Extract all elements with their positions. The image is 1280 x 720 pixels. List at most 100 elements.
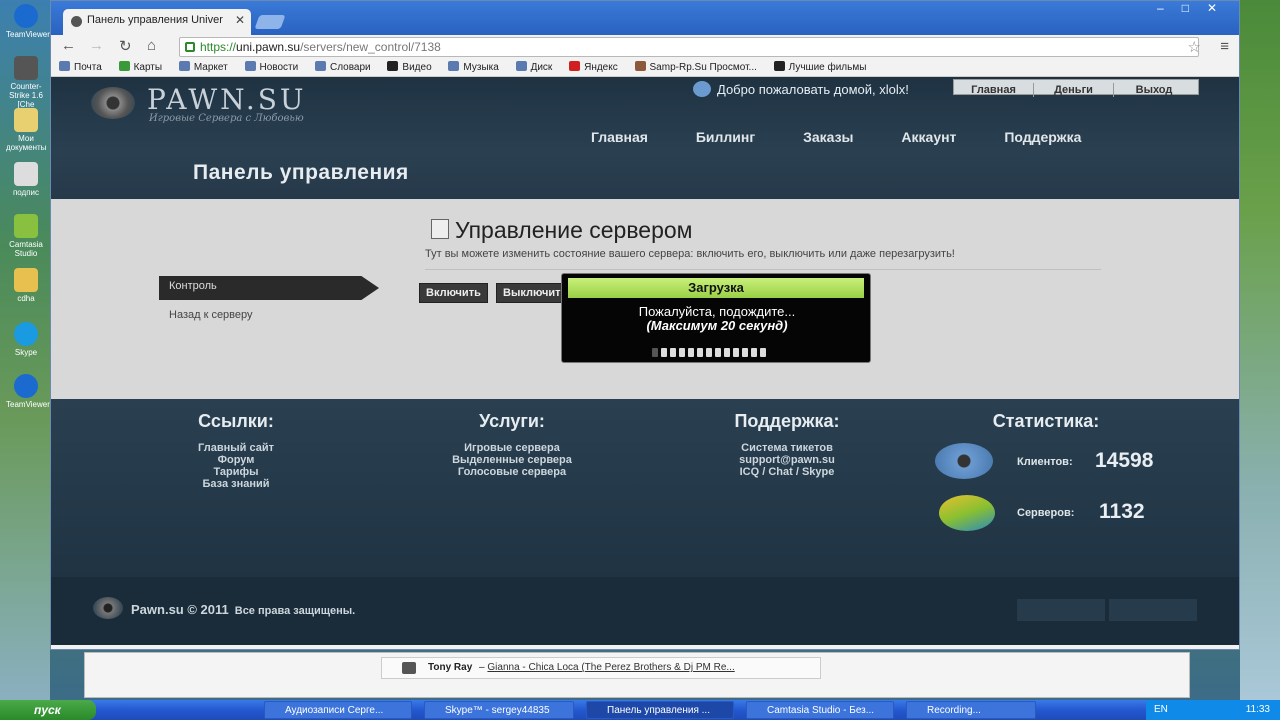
url-host: uni.pawn.su bbox=[236, 40, 301, 54]
my-documents-desktop-icon[interactable]: Мои документы bbox=[6, 108, 46, 152]
web-page: PAWN.SU Игровые Сервера с Любовью Добро … bbox=[51, 77, 1239, 650]
taskbar-item-skype[interactable]: Skype™ - sergey44835 bbox=[424, 701, 574, 719]
footer-link[interactable]: Система тикетов bbox=[707, 442, 867, 454]
footer-link[interactable]: Выделенные сервера bbox=[427, 454, 597, 466]
teamviewer-desktop-icon[interactable]: TeamViewer bbox=[6, 4, 50, 39]
copyright: Pawn.su © 2011 Все права защищены. bbox=[131, 602, 356, 617]
topnav-money[interactable]: Деньги bbox=[1034, 83, 1114, 97]
clock: 11:33 bbox=[1245, 704, 1270, 715]
reload-icon[interactable]: ↻ bbox=[119, 37, 132, 55]
nav-billing[interactable]: Биллинг bbox=[696, 129, 755, 145]
browser-tab[interactable]: Панель управления Univer ✕ bbox=[63, 9, 251, 35]
site-logo[interactable]: PAWN.SU bbox=[147, 83, 307, 116]
sidebar-control-item[interactable]: Контроль bbox=[159, 276, 379, 300]
tab-favicon-icon bbox=[71, 16, 82, 27]
servers-icon bbox=[939, 495, 995, 531]
new-tab-button[interactable] bbox=[254, 15, 286, 29]
page-title: Панель управления bbox=[193, 161, 409, 184]
footer-link[interactable]: support@pawn.su bbox=[707, 454, 867, 466]
servers-label: Серверов: bbox=[1017, 507, 1075, 519]
back-to-server-link[interactable]: Назад к серверу bbox=[169, 309, 253, 321]
footer-support: Поддержка: Система тикетов support@pawn.… bbox=[707, 411, 867, 478]
modal-title: Загрузка bbox=[568, 278, 864, 298]
track-title[interactable]: Gianna - Chica Loca (The Perez Brothers … bbox=[487, 662, 734, 673]
back-icon[interactable]: ← bbox=[61, 37, 76, 54]
browser-window: Панель управления Univer ✕ –□✕ ← → ↻ ⌂ h… bbox=[50, 0, 1240, 650]
logo-eye-icon bbox=[91, 87, 135, 119]
site-slogan: Игровые Сервера с Любовью bbox=[149, 113, 304, 124]
cdha-desktop-icon[interactable]: cdha bbox=[6, 268, 46, 303]
footer-link[interactable]: Голосовые сервера bbox=[427, 466, 597, 478]
footer-link[interactable]: Главный сайт bbox=[161, 442, 311, 454]
counter-strike-desktop-icon[interactable]: Counter-Strike 1.6 [Che bbox=[6, 56, 46, 109]
bookmark-item[interactable]: Samp-Rp.Su Просмот... bbox=[634, 59, 757, 76]
url-scheme: https:// bbox=[200, 40, 237, 54]
track-artist: Tony Ray bbox=[428, 662, 473, 673]
close-tab-icon[interactable]: ✕ bbox=[235, 13, 245, 27]
home-icon[interactable]: ⌂ bbox=[147, 37, 156, 54]
bookmark-item[interactable]: Музыка bbox=[448, 59, 499, 76]
camtasia-desktop-icon[interactable]: Camtasia Studio bbox=[6, 214, 46, 258]
clients-label: Клиентов: bbox=[1017, 456, 1073, 468]
now-playing: Tony Ray – Gianna - Chica Loca (The Pere… bbox=[381, 657, 821, 679]
main-nav: Главная Биллинг Заказы Аккаунт Поддержка bbox=[591, 129, 1125, 145]
menu-icon[interactable]: ≡ bbox=[1220, 38, 1229, 55]
top-nav: Главная Деньги Выход bbox=[953, 79, 1199, 97]
nav-orders[interactable]: Заказы bbox=[803, 129, 853, 145]
window-controls[interactable]: –□✕ bbox=[1157, 1, 1235, 15]
footer-link[interactable]: Игровые сервера bbox=[427, 442, 597, 454]
bookmark-item[interactable]: Яндекс bbox=[569, 59, 618, 76]
bookmark-item[interactable]: Лучшие фильмы bbox=[773, 59, 866, 76]
play-icon[interactable] bbox=[402, 662, 416, 674]
site-footer: Ссылки: Главный сайт Форум Тарифы База з… bbox=[51, 399, 1239, 577]
footer-link[interactable]: Тарифы bbox=[161, 466, 311, 478]
podpis-desktop-icon[interactable]: подпис bbox=[6, 162, 46, 197]
power-on-button[interactable]: Включить bbox=[419, 283, 488, 303]
webmoney-badge-icon[interactable] bbox=[1017, 599, 1105, 621]
topnav-logout[interactable]: Выход bbox=[1114, 83, 1194, 97]
bookmark-item[interactable]: Почта bbox=[59, 59, 102, 76]
taskbar: пуск Аудиозаписи Серге... Skype™ - serge… bbox=[0, 700, 1280, 720]
footer-support-title: Поддержка: bbox=[734, 411, 840, 431]
footer-link[interactable]: ICQ / Chat / Skype bbox=[707, 466, 867, 478]
topnav-home[interactable]: Главная bbox=[954, 83, 1034, 97]
browser-toolbar: ← → ↻ ⌂ https://uni.pawn.su/servers/new_… bbox=[51, 35, 1239, 59]
nav-support[interactable]: Поддержка bbox=[1004, 129, 1081, 145]
bookmark-item[interactable]: Словари bbox=[315, 59, 371, 76]
forward-icon[interactable]: → bbox=[89, 37, 104, 54]
footer-link[interactable]: База знаний bbox=[161, 478, 311, 490]
site-header: PAWN.SU Игровые Сервера с Любовью Добро … bbox=[51, 77, 1239, 199]
yandex-money-badge-icon[interactable] bbox=[1109, 599, 1197, 621]
language-indicator[interactable]: EN bbox=[1154, 704, 1168, 715]
bookmark-item[interactable]: Видео bbox=[387, 59, 432, 76]
clients-count: 14598 bbox=[1095, 449, 1154, 472]
desktop-left: TeamViewer Counter-Strike 1.6 [Che Мои д… bbox=[0, 0, 50, 700]
bookmark-item[interactable]: Карты bbox=[118, 59, 162, 76]
start-button[interactable]: пуск bbox=[0, 700, 96, 720]
welcome-message: Добро пожаловать домой, xlolx! bbox=[693, 81, 909, 97]
skype-desktop-icon[interactable]: Skype bbox=[6, 322, 46, 357]
footer-links: Ссылки: Главный сайт Форум Тарифы База з… bbox=[161, 411, 311, 490]
servers-count: 1132 bbox=[1099, 500, 1145, 523]
bookmark-star-icon[interactable]: ☆ bbox=[1188, 38, 1201, 56]
address-bar[interactable]: https://uni.pawn.su/servers/new_control/… bbox=[179, 37, 1199, 57]
bookmark-item[interactable]: Маркет bbox=[178, 59, 228, 76]
bookmark-item[interactable]: Диск bbox=[515, 59, 552, 76]
nav-home[interactable]: Главная bbox=[591, 129, 648, 145]
nav-account[interactable]: Аккаунт bbox=[901, 129, 956, 145]
taskbar-item-recording[interactable]: Recording... bbox=[906, 701, 1036, 719]
teamviewer2-desktop-icon[interactable]: TeamViewer bbox=[6, 374, 50, 409]
clients-icon bbox=[935, 443, 993, 479]
footer-stats-title: Статистика: bbox=[992, 411, 1100, 431]
taskbar-item-browser[interactable]: Панель управления ... bbox=[586, 701, 734, 719]
taskbar-item-camtasia[interactable]: Camtasia Studio - Без... bbox=[746, 701, 894, 719]
taskbar-item-audio[interactable]: Аудиозаписи Серге... bbox=[264, 701, 412, 719]
power-off-button[interactable]: Выключить bbox=[496, 283, 566, 303]
footer-link[interactable]: Форум bbox=[161, 454, 311, 466]
loading-indicator bbox=[652, 344, 769, 362]
modal-max-text: (Максимум 20 секунд) bbox=[646, 318, 788, 333]
bookmark-item[interactable]: Новости bbox=[244, 59, 298, 76]
url-path: /servers/new_control/7138 bbox=[300, 40, 441, 54]
loading-modal: Загрузка Пожалуйста, подождите... (Макси… bbox=[561, 273, 871, 363]
bookmarks-bar: Почта Карты Маркет Новости Словари Видео… bbox=[51, 59, 1239, 77]
